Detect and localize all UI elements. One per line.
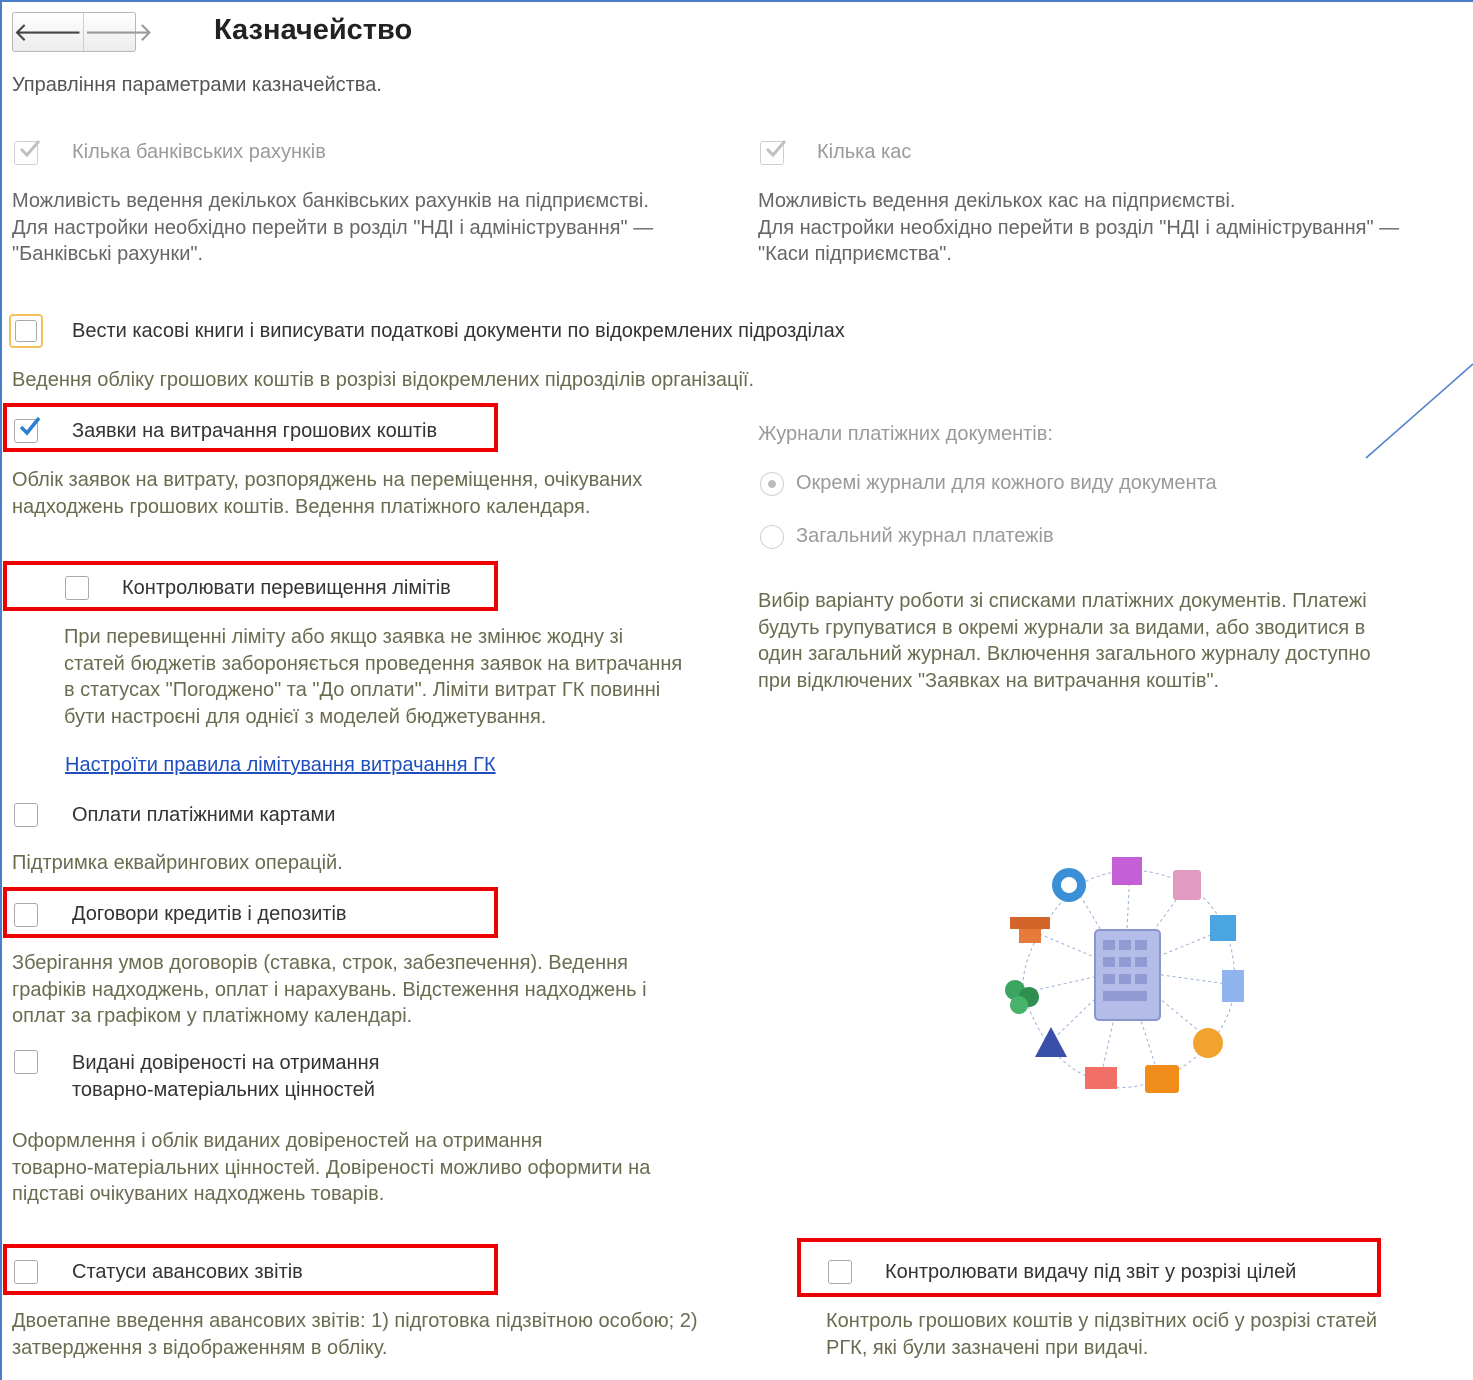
limits-label: Контролювати перевищення лімітів [122, 577, 451, 599]
cards-label: Оплати платіжними картами [72, 804, 336, 826]
radio-general-journal[interactable] [760, 525, 784, 549]
advance-description: Двоетапне введення авансових звітів: 1) … [12, 1310, 698, 1359]
limits-description: При перевищенні ліміту або якщо заявка н… [64, 626, 683, 728]
journals-heading: Журнали платіжних документів: [758, 423, 1053, 445]
journals-description: Вибір варіанту роботи зі списками платіж… [758, 590, 1371, 692]
limits-checkbox[interactable] [65, 576, 89, 600]
loans-description: Зберігання умов договорів (ставка, строк… [12, 952, 647, 1027]
cash-books-label: Вести касові книги і виписувати податков… [72, 320, 845, 342]
decorative-line [1365, 363, 1473, 459]
checkmark-icon [19, 416, 41, 436]
proxies-label: Видані довіреності на отримання товарно-… [72, 1052, 380, 1101]
requests-description: Облік заявок на витрату, розпоряджень на… [12, 469, 643, 518]
radio-separate-journals-label: Окремі журнали для кожного виду документ… [796, 472, 1217, 494]
page-title: Казначейство [214, 14, 413, 46]
purpose-control-label: Контролювати видачу під звіт у розрізі ц… [885, 1261, 1297, 1283]
treasury-network-illustration-icon [1005, 857, 1244, 1093]
purpose-control-description: Контроль грошових коштів у підзвітних ос… [826, 1310, 1378, 1359]
cash-books-checkbox[interactable] [9, 314, 43, 348]
checkmark-icon [765, 140, 787, 158]
advance-label: Статуси авансових звітів [72, 1261, 303, 1283]
checkmark-icon [19, 140, 41, 158]
window-frame-top [0, 0, 1473, 2]
requests-checkbox[interactable] [14, 416, 41, 443]
loans-checkbox[interactable] [14, 903, 38, 927]
multi-cash-checkbox[interactable] [760, 140, 787, 165]
arrow-left-icon: 🡐 [13, 16, 83, 47]
navigation-buttons: 🡐 🡒 [12, 12, 153, 52]
page-subtitle: Управління параметрами казначейства. [12, 74, 382, 96]
multi-cash-label: Кілька кас [817, 141, 912, 163]
forward-button[interactable]: 🡒 [82, 13, 154, 51]
cards-checkbox[interactable] [14, 803, 38, 827]
multi-bank-label: Кілька банківських рахунків [72, 141, 326, 163]
multi-bank-checkbox[interactable] [14, 140, 41, 165]
proxies-checkbox[interactable] [14, 1050, 38, 1074]
cash-books-description: Ведення обліку грошових коштів в розрізі… [12, 369, 755, 391]
cards-description: Підтримка еквайрингових операцій. [12, 852, 343, 874]
multi-bank-description: Можливість ведення декількох банківських… [12, 190, 654, 265]
radio-selected-dot [768, 480, 776, 488]
arrow-right-icon: 🡒 [83, 16, 154, 47]
radio-general-journal-label: Загальний журнал платежів [796, 525, 1054, 547]
purpose-control-checkbox[interactable] [828, 1260, 852, 1284]
window-frame-left [0, 0, 2, 1380]
back-button[interactable]: 🡐 [13, 13, 83, 51]
requests-label: Заявки на витрачання грошових коштів [72, 420, 438, 442]
loans-label: Договори кредитів і депозитів [72, 903, 347, 925]
proxies-description: Оформлення і облік виданих довіреностей … [12, 1130, 651, 1205]
radio-separate-journals[interactable] [760, 472, 784, 496]
advance-checkbox[interactable] [14, 1260, 38, 1284]
limits-settings-link[interactable]: Настроїти правила лімітування витрачання… [65, 754, 496, 777]
multi-cash-description: Можливість ведення декількох кас на підп… [758, 190, 1400, 265]
